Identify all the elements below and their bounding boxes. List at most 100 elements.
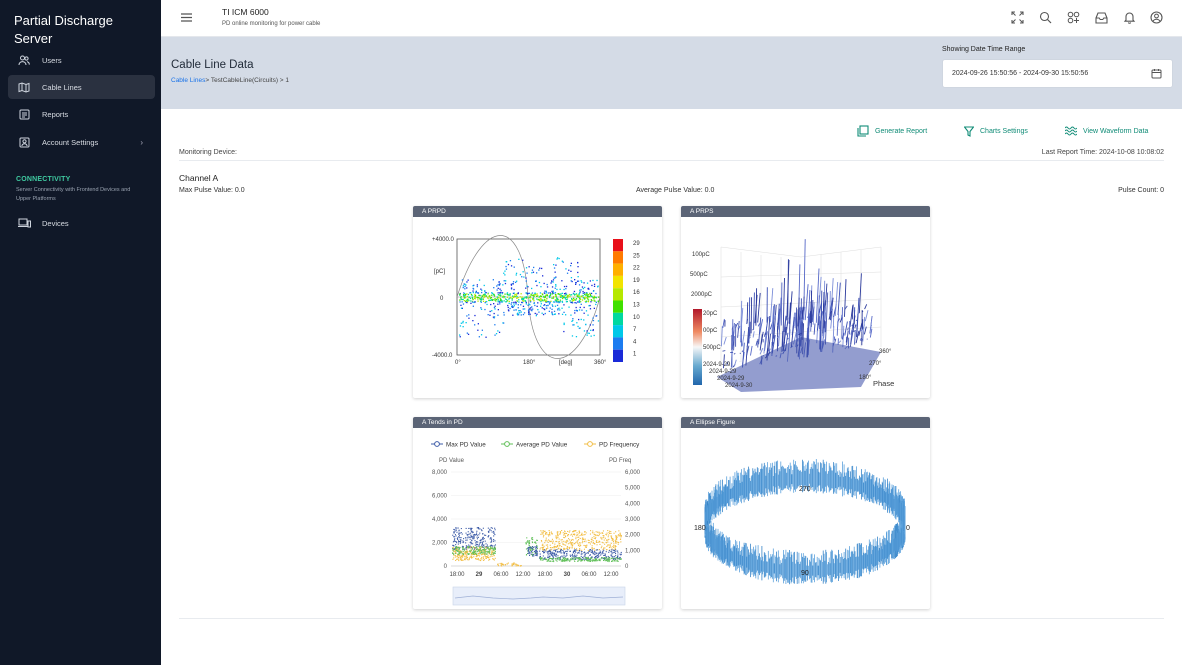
trends-point (494, 534, 496, 536)
max-pulse-value: Max Pulse Value: 0.0 (179, 187, 245, 194)
apps-icon[interactable] (1067, 11, 1080, 24)
divider (179, 618, 1164, 619)
trends-point (563, 537, 565, 539)
prpd-point (593, 299, 595, 302)
sidebar-item-account-settings[interactable]: Account Settings › (8, 130, 155, 154)
search-icon[interactable] (1039, 11, 1052, 24)
date-range-picker[interactable]: 2024-09-26 15:50:56 - 2024-09-30 15:50:5… (942, 59, 1173, 88)
prpd-point (592, 290, 595, 292)
sidebar-item-users[interactable]: Users (8, 48, 155, 72)
trends-point (563, 553, 565, 555)
prpd-point (520, 304, 522, 306)
prpd-point (578, 309, 581, 311)
trends-point (454, 536, 456, 538)
prpd-point (528, 297, 530, 299)
trends-point (540, 530, 542, 532)
legend-max[interactable]: Max PD Value (431, 441, 486, 449)
trends-point (555, 551, 557, 553)
trends-point (544, 530, 546, 532)
trends-point (517, 564, 519, 566)
prpd-point (572, 324, 574, 326)
prpd-point (533, 266, 535, 269)
legend-average[interactable]: Average PD Value (501, 441, 568, 449)
trends-point (577, 534, 579, 536)
prpd-point (482, 298, 484, 300)
prpd-point (570, 280, 572, 282)
prpd-point (540, 295, 542, 297)
trends-point (596, 531, 598, 533)
prpd-point (522, 313, 525, 316)
prpd-point (572, 318, 574, 320)
trends-point (565, 550, 567, 552)
trends-point (566, 540, 568, 542)
trends-point (453, 528, 455, 530)
prpd-point (529, 313, 531, 315)
prpd-point (582, 292, 584, 294)
prpd-point (554, 294, 557, 296)
trends-point (499, 562, 501, 564)
trends-point (543, 535, 545, 537)
prpd-point (465, 322, 467, 324)
breadcrumb-link-cable-lines[interactable]: Cable Lines (171, 77, 205, 84)
fullscreen-icon[interactable] (1011, 11, 1024, 24)
trends-point (558, 547, 560, 549)
sidebar-item-devices[interactable]: Devices (8, 211, 155, 235)
trends-point (611, 535, 613, 537)
prpd-point (593, 298, 595, 300)
user-icon[interactable] (1150, 11, 1163, 24)
prpd-point (499, 292, 501, 294)
view-waveform-button[interactable]: View Waveform Data (1065, 124, 1148, 138)
prps-spike (720, 326, 723, 347)
trends-point (469, 550, 471, 552)
trends-point (604, 547, 606, 549)
zoom-slider[interactable] (452, 586, 626, 606)
trends-point (591, 550, 593, 552)
prps-spike (769, 288, 774, 323)
trends-point (595, 549, 597, 551)
prpd-point (559, 301, 561, 303)
trends-point (605, 558, 607, 560)
trends-y2tick: 1,000 (625, 548, 641, 554)
trends-point (573, 550, 575, 552)
trends-point (530, 551, 532, 553)
sidebar-item-reports[interactable]: Reports (8, 102, 155, 126)
prpd-point (493, 312, 495, 315)
prpd-point (472, 298, 474, 301)
inbox-icon[interactable] (1095, 11, 1108, 24)
sidebar-item-cable-lines[interactable]: Cable Lines (8, 75, 155, 99)
prpd-point (496, 289, 498, 291)
prpd-point (563, 288, 565, 291)
trends-point (587, 559, 589, 561)
colorbar-tick: 1 (633, 352, 637, 358)
trends-point (608, 550, 610, 552)
trends-point (536, 554, 538, 556)
trends-point (565, 555, 567, 557)
generate-report-button[interactable]: Generate Report (857, 124, 927, 138)
prpd-point (459, 334, 461, 336)
trends-point (605, 556, 607, 558)
prpd-point (572, 319, 574, 322)
trends-point (452, 534, 454, 536)
trends-point (548, 530, 550, 532)
trends-point (494, 546, 496, 548)
prpd-chart: +4000.0 [pC] 0 -4000.0 0° 180° [deg] 360… (432, 235, 640, 366)
trends-point (490, 544, 492, 546)
trends-point (602, 552, 604, 554)
ellipse-label-90: 90 (801, 570, 809, 577)
bell-icon[interactable] (1123, 11, 1136, 24)
trends-point (476, 543, 478, 545)
legend-frequency[interactable]: PD Frequency (584, 441, 640, 449)
prpd-point (592, 317, 594, 319)
charts-settings-button[interactable]: Charts Settings (964, 124, 1028, 138)
colorbar-swatch (613, 312, 623, 326)
prpd-point (467, 333, 470, 335)
prpd-point (592, 296, 594, 299)
prpd-point (571, 298, 573, 300)
trends-point (616, 560, 618, 562)
trends-point (469, 538, 471, 540)
prpd-point (587, 299, 590, 301)
menu-icon[interactable] (181, 13, 192, 22)
trends-point (565, 548, 567, 550)
trends-ytick: 8,000 (432, 470, 448, 476)
prpd-point (570, 314, 572, 316)
